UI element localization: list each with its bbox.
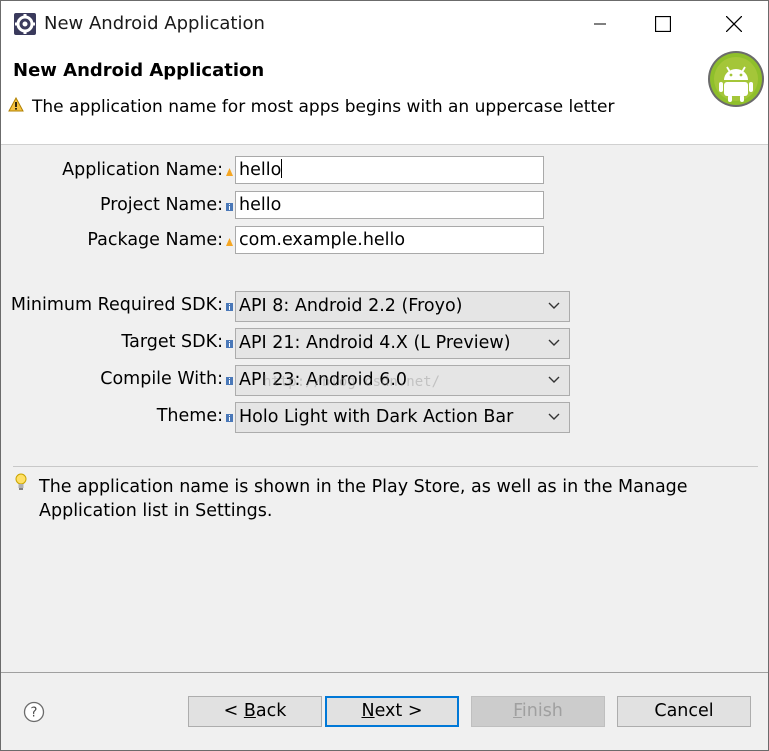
close-button[interactable] [711, 1, 757, 46]
target-sdk-label: Target SDK: [121, 332, 223, 352]
project-name-field[interactable]: hello [235, 191, 544, 219]
application-name-label: Application Name: [62, 160, 223, 180]
warning-decoration-icon [226, 168, 233, 176]
info-decoration-icon [226, 203, 233, 211]
min-sdk-value: API 8: Android 2.2 (Froyo) [239, 296, 463, 316]
compile-with-label: Compile With: [100, 369, 223, 389]
project-name-label: Project Name: [100, 195, 223, 215]
info-decoration-icon [226, 414, 233, 422]
theme-label: Theme: [156, 406, 223, 426]
text-caret [281, 159, 283, 178]
window-title: New Android Application [44, 13, 265, 34]
minimize-button[interactable] [577, 1, 623, 46]
min-sdk-label: Minimum Required SDK: [10, 295, 223, 315]
close-icon [726, 15, 742, 32]
cancel-button[interactable]: Cancel [617, 696, 751, 727]
separator [13, 466, 758, 467]
warning-decoration-icon [226, 238, 233, 246]
target-sdk-dropdown[interactable]: API 21: Android 4.X (L Preview) [235, 328, 570, 359]
page-title: New Android Application [13, 60, 265, 81]
info-decoration-icon [226, 303, 233, 311]
minimize-icon [594, 23, 606, 24]
next-button[interactable]: Next > [325, 696, 459, 727]
help-description: The application name is shown in the Pla… [39, 477, 688, 521]
finish-button[interactable]: Finish [471, 696, 605, 727]
chevron-down-icon [548, 413, 560, 420]
wizard-header: New Android Application The application … [1, 46, 768, 145]
chevron-down-icon [548, 339, 560, 346]
chevron-down-icon [548, 376, 560, 383]
help-icon[interactable]: ? [23, 701, 45, 723]
title-bar: New Android Application [1, 1, 768, 46]
target-sdk-value: API 21: Android 4.X (L Preview) [239, 333, 511, 353]
info-decoration-icon [226, 377, 233, 385]
header-message: The application name for most apps begin… [32, 97, 615, 117]
eclipse-app-icon [14, 13, 36, 35]
warning-icon [8, 97, 24, 112]
min-sdk-dropdown[interactable]: API 8: Android 2.2 (Froyo) [235, 291, 570, 322]
application-name-field[interactable]: hello [235, 156, 544, 184]
footer-separator [1, 672, 768, 673]
maximize-button[interactable] [640, 1, 686, 46]
android-logo-icon [708, 51, 764, 107]
lightbulb-icon [15, 473, 27, 490]
theme-value: Holo Light with Dark Action Bar [239, 407, 514, 427]
watermark: http://blog.csdn.net/ [263, 374, 441, 390]
package-name-label: Package Name: [87, 230, 223, 250]
maximize-icon [655, 15, 671, 32]
chevron-down-icon [548, 302, 560, 309]
package-name-field[interactable]: com.example.hello [235, 226, 544, 254]
svg-text:?: ? [31, 706, 38, 721]
dialog-window: New Android Application New Android Appl… [0, 0, 769, 751]
theme-dropdown[interactable]: Holo Light with Dark Action Bar [235, 402, 570, 433]
back-button[interactable]: < Back [188, 696, 322, 727]
info-decoration-icon [226, 340, 233, 348]
